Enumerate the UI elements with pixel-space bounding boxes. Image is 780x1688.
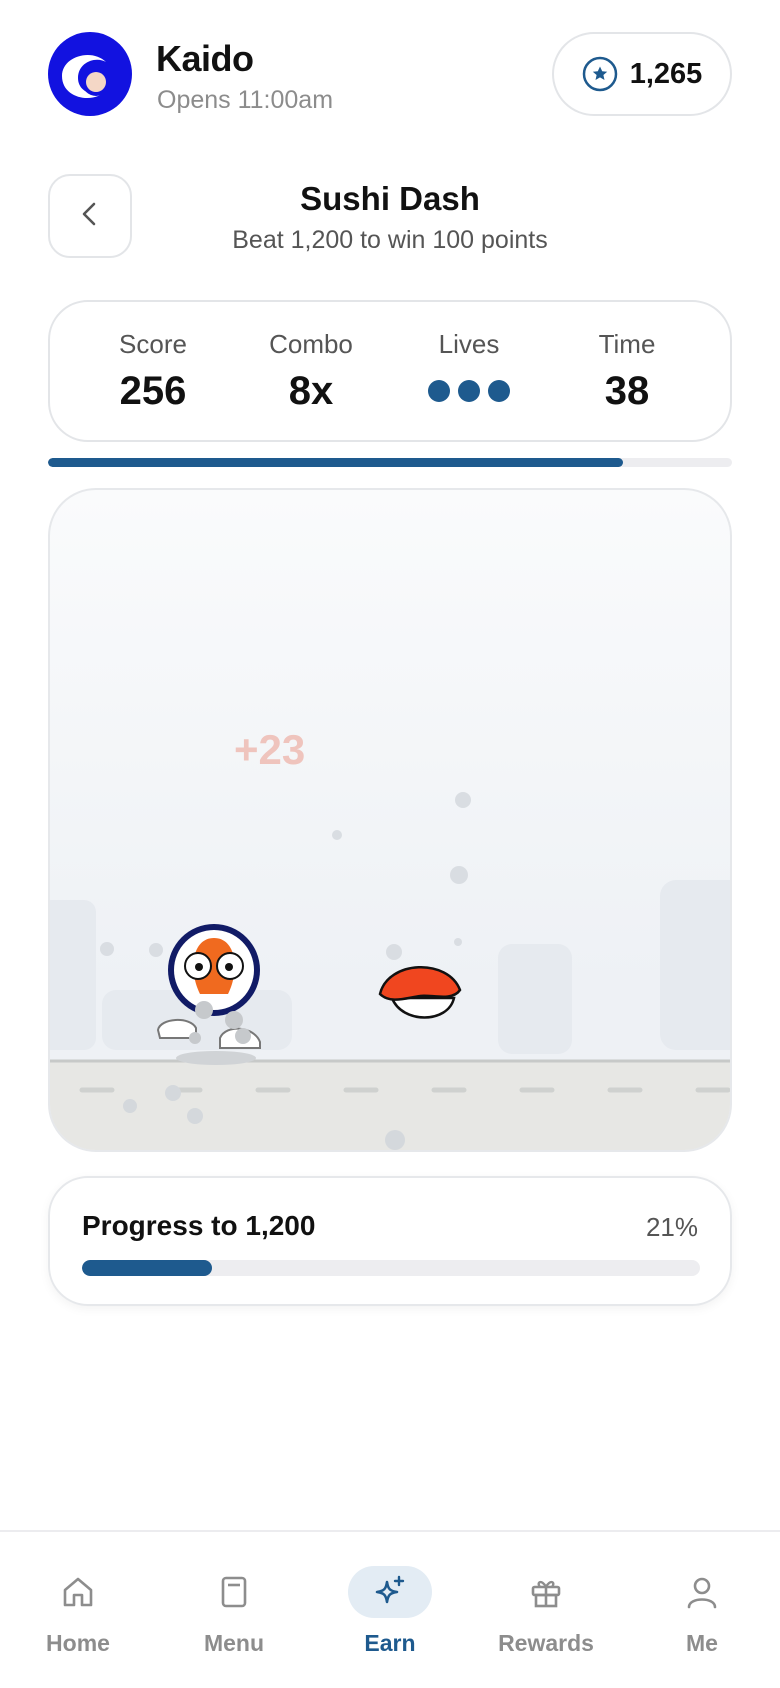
kaido-logo <box>48 32 132 116</box>
person-icon <box>660 1566 744 1618</box>
tab-me[interactable]: Me <box>624 1532 780 1688</box>
sparkle-icon <box>348 1566 432 1618</box>
tab-label: Rewards <box>498 1630 594 1656</box>
tab-menu[interactable]: Menu <box>156 1532 312 1688</box>
store-hours: Opens 11:00am <box>157 86 334 114</box>
tab-rewards[interactable]: Rewards <box>468 1532 624 1688</box>
score-popup: +23 <box>234 726 306 773</box>
tab-label: Menu <box>203 1630 265 1656</box>
progress-percent: 21% <box>645 1212 698 1242</box>
combo-value: 8x <box>288 368 334 413</box>
header: Kaido Opens 11:00am 1,265 <box>48 32 732 116</box>
score-stat: Score 256 <box>78 329 228 414</box>
life-dot <box>428 379 450 402</box>
life-dot <box>488 379 510 402</box>
time-value: 38 <box>604 368 650 413</box>
points-value: 1,265 <box>629 57 703 90</box>
time-label: Time <box>598 328 656 359</box>
tab-earn[interactable]: Earn <box>312 1532 468 1688</box>
progress-card: Progress to 1,200 21% <box>48 1176 732 1306</box>
bottom-tab-bar: Home Menu Earn Rewards Me <box>0 1530 780 1688</box>
background-building <box>50 900 96 1050</box>
salmon-nigiri-pickup <box>378 966 462 1019</box>
stats-card: Score 256 Combo 8x Lives Time 38 <box>48 300 732 442</box>
background-building <box>498 944 572 1054</box>
lives-label: Lives <box>438 328 500 359</box>
progress-label: Progress to 1,200 <box>82 1210 316 1241</box>
tab-label: Home <box>46 1630 110 1656</box>
lives-stat: Lives <box>394 329 544 414</box>
lives-indicator <box>394 368 544 414</box>
progress-fill <box>82 1260 212 1276</box>
home-icon <box>36 1566 120 1618</box>
store-name: Kaido <box>156 38 254 79</box>
background-bubbles <box>100 792 471 960</box>
time-remaining-fill <box>48 458 623 467</box>
game-subtitle: Beat 1,200 to win 100 points <box>232 226 548 254</box>
time-stat: Time 38 <box>552 329 702 414</box>
progress-track <box>82 1260 700 1276</box>
combo-label: Combo <box>269 328 353 359</box>
tab-label: Me <box>686 1630 718 1656</box>
menu-book-icon <box>192 1566 276 1618</box>
score-label: Score <box>119 328 187 359</box>
background-building <box>660 880 730 1050</box>
game-scene <box>50 792 730 1150</box>
gift-icon <box>504 1566 588 1618</box>
tab-home[interactable]: Home <box>0 1532 156 1688</box>
star-circle-icon <box>582 56 618 92</box>
game-canvas[interactable]: +23 <box>48 488 732 1152</box>
combo-stat: Combo 8x <box>236 329 386 414</box>
life-dot <box>458 379 480 402</box>
score-value: 256 <box>119 368 187 413</box>
game-title: Sushi Dash <box>300 180 480 217</box>
time-remaining-bar <box>48 458 732 467</box>
points-balance-button[interactable]: 1,265 <box>552 32 732 116</box>
tab-label: Earn <box>364 1630 416 1656</box>
